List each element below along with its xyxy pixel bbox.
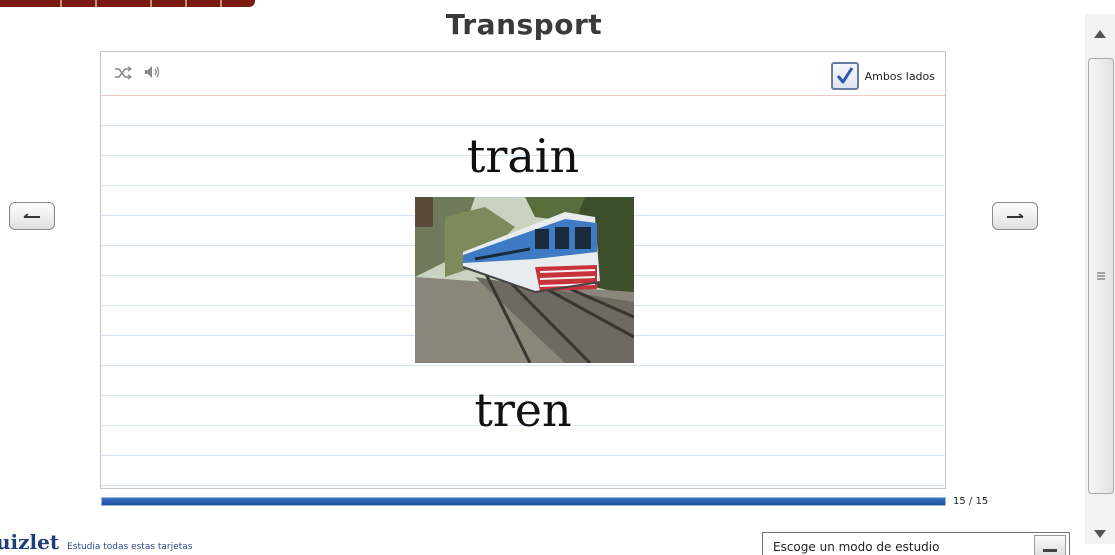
- card-toolbar: Ambos lados: [101, 52, 945, 96]
- progress-bar-fill: [102, 498, 945, 505]
- previous-card-button[interactable]: [9, 202, 55, 230]
- flashcard[interactable]: Ambos lados train tren: [100, 51, 946, 489]
- scroll-up-arrow-icon[interactable]: [1085, 14, 1115, 54]
- brand-logo[interactable]: uizlet: [0, 530, 59, 554]
- arrow-right-icon: [1007, 213, 1024, 218]
- study-all-cards-link[interactable]: Estudia todas estas tarjetas: [67, 542, 192, 552]
- scrollbar-thumb[interactable]: [1088, 58, 1114, 494]
- vertical-scrollbar[interactable]: [1085, 14, 1115, 544]
- top-tab-strip: [0, 0, 255, 7]
- card-term: train: [466, 129, 580, 183]
- deck-title: Transport: [445, 8, 603, 41]
- footer-brand-row: uizlet Estudia todas estas tarjetas: [0, 530, 192, 554]
- scroll-down-arrow-icon[interactable]: [1085, 514, 1115, 554]
- flashcard-page: Transport Ambos lados train tren 15 / 15…: [0, 0, 1115, 555]
- progress-count: 15 / 15: [953, 496, 989, 507]
- speaker-icon[interactable]: [144, 64, 162, 80]
- arrow-left-icon: [23, 213, 40, 218]
- both-sides-label: Ambos lados: [864, 69, 935, 83]
- both-sides-checkbox[interactable]: [830, 62, 859, 90]
- progress-bar: [101, 497, 946, 506]
- shuffle-icon[interactable]: [114, 65, 133, 80]
- study-mode-select[interactable]: Escoge un modo de estudio: [762, 532, 1070, 555]
- study-mode-value: Escoge un modo de estudio: [773, 540, 940, 554]
- dropdown-arrow-icon[interactable]: [1034, 535, 1066, 555]
- grip-icon: [1097, 272, 1105, 280]
- train-photo: [415, 197, 634, 363]
- both-sides-toggle[interactable]: Ambos lados: [830, 62, 935, 90]
- checkmark-icon: [836, 67, 853, 84]
- card-definition: tren: [474, 383, 572, 437]
- next-card-button[interactable]: [992, 202, 1038, 230]
